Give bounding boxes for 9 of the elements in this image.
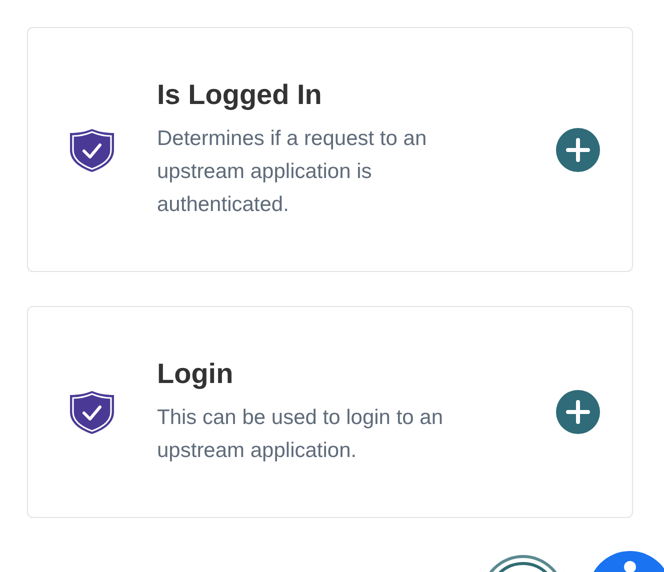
card-description: Determines if a request to an upstream application is authenticated. bbox=[157, 126, 428, 218]
plus-icon bbox=[565, 399, 591, 425]
add-button[interactable] bbox=[556, 390, 600, 434]
card-title: Is Logged In bbox=[157, 78, 323, 112]
add-button[interactable] bbox=[556, 128, 600, 172]
shield-check-icon bbox=[68, 388, 116, 436]
card-description: This can be used to login to an upstream application. bbox=[157, 405, 444, 464]
card-title: Login bbox=[157, 357, 234, 391]
plus-icon bbox=[565, 136, 591, 162]
